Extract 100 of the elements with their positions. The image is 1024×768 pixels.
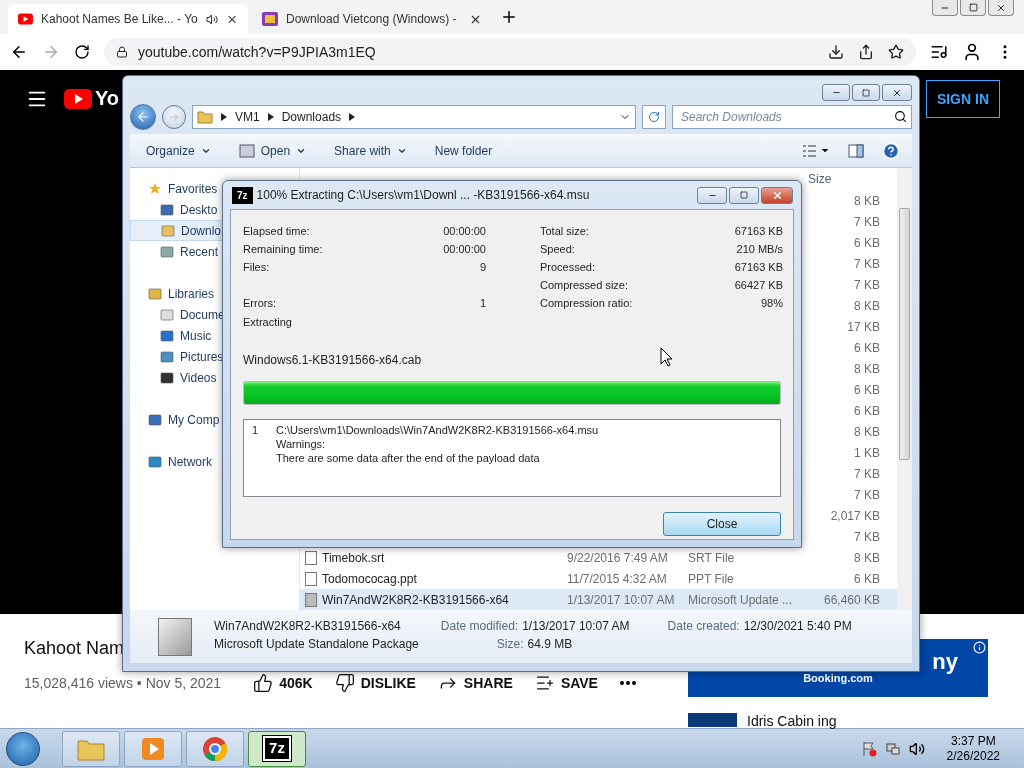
status-text: Extracting [243,316,293,328]
folder-icon [197,110,213,124]
info-icon[interactable] [973,641,986,654]
current-file: Windows6.1-KB3191566-x64.cab [243,353,422,367]
minimize-button[interactable] [932,0,958,16]
close-button[interactable] [988,0,1014,16]
refresh-button[interactable] [642,105,666,129]
preview-pane-icon[interactable] [848,143,864,158]
file-row[interactable]: Todomococag.ppt 11/7/2015 4:32 AM PPT File 6 KB [300,568,897,589]
folder-icon [161,223,175,238]
save-button[interactable]: SAVE [534,673,598,693]
breadcrumb[interactable]: Downloads [281,110,342,124]
start-button[interactable] [6,731,40,766]
message-line: Warnings: [276,438,327,450]
restore-icon [968,3,978,12]
stat-pair: Total size: 67163 KB [540,225,783,237]
ad-brand: Booking.com [803,672,873,684]
forward-button[interactable] [162,105,186,129]
file-size: 6 KB [853,571,880,586]
help-icon[interactable] [882,141,900,160]
stat-pair: Files: 9 [243,261,486,273]
media-control-icon[interactable] [930,43,948,61]
search-field[interactable]: Search Downloads [672,105,912,129]
file-date: 9/22/2016 7:49 AM [567,550,669,565]
file-name: Win7AndW2K8R2-KB3191566-x64 [305,592,567,607]
install-icon[interactable] [828,44,844,60]
file-size: 7 KB [853,466,880,481]
site-logo[interactable]: Yo [64,87,120,110]
video-title[interactable]: Idris Cabin ing [747,713,837,729]
bookmark-star-icon[interactable] [888,44,904,60]
refresh-icon [648,111,660,123]
message-line: There are some data after the end of the payload data [276,452,541,464]
toolbar-button[interactable]: Organize [146,143,211,158]
file-size: 17 KB [846,319,880,334]
browser-tab[interactable]: Download Vietcong (Windows) - [252,4,492,34]
close-button[interactable] [761,186,793,204]
toolbar-button[interactable]: New folder [434,143,493,158]
stat-pair: Remaining time: 00:00:00 [243,243,486,255]
scrollbar[interactable] [897,168,912,610]
clock[interactable]: 3:37 PM 2/26/2022 [946,733,1000,764]
column-header[interactable]: Size [808,172,880,186]
ad-headline: ny [932,652,958,672]
browser-tab[interactable]: Kahoot Names Be Like... - Yo [8,4,248,34]
back-arrow-icon [136,110,150,124]
star-icon [148,181,162,196]
package-icon [305,592,317,607]
maximize-button[interactable] [729,186,759,204]
flag-icon[interactable] [860,740,877,757]
close-icon [996,2,1006,13]
file-date: 1/13/2017 10:07 AM [567,592,676,607]
reload-icon[interactable] [74,44,90,60]
address-field[interactable]: VM1 Downloads [192,105,636,129]
file-type: Microsoft Update Standalone Package [214,636,419,653]
arrow-icon [221,113,227,121]
maximize-icon [740,191,748,199]
stat-pair: Compressed size: 66427 KB [540,279,783,291]
address-bar[interactable]: youtube.com/watch?v=P9JPIA3m1EQ [104,38,916,66]
detail-field: Date created: 12/30/2021 5:40 PM [667,618,852,637]
video-thumbnail [688,713,737,727]
file-size: 6 KB [853,340,880,355]
back-icon[interactable] [10,43,28,61]
share-icon[interactable] [858,44,874,60]
toolbar-button[interactable]: Open [238,142,307,159]
toolbar-button[interactable]: Share with [334,143,407,158]
file-size: 8 KB [853,550,880,565]
more-icon [619,681,636,685]
dislike-button[interactable]: DISLIKE [334,673,416,693]
view-options-icon[interactable] [802,143,830,158]
taskbar-app[interactable]: 7z [248,730,306,767]
share-button[interactable]: SHARE [437,673,513,693]
like-button[interactable]: 406K [253,673,313,693]
file-date: 11/7/2015 4:32 AM [567,571,668,586]
file-type: SRT File [688,550,736,565]
volume-icon[interactable] [908,740,925,757]
sign-in-button[interactable]: SIGN IN [925,79,1000,118]
media-player-icon [141,736,165,761]
restore-button[interactable] [960,0,986,16]
file-row[interactable]: Timebok.srt 9/22/2016 7:49 AM SRT File 8 KB [300,547,897,568]
profile-icon[interactable] [962,42,982,62]
archive-logo: 7z [233,187,252,203]
forward-arrow-icon [168,111,180,123]
back-button[interactable] [130,104,156,130]
file-row[interactable]: Win7AndW2K8R2-KB3191566-x64 1/13/2017 10:07 AM Microsoft Update ... 66,460 KB [300,589,897,610]
browser-icon [202,735,228,762]
close-button[interactable]: Close [663,512,781,536]
dialog-title: 100% Extracting C:\Users\vm1\Downl ... -KB3191566-x64.msu [256,188,590,202]
file-icon [305,571,317,586]
video-title: Kahoot Nam [24,638,125,659]
arrow-icon [349,113,356,121]
file-type: PPT File [688,571,735,586]
taskbar-app[interactable] [186,730,244,767]
minimize-button[interactable] [697,186,727,204]
close-button[interactable] [882,84,912,101]
maximize-button[interactable] [852,84,880,101]
stat-pair: Errors: 1 [243,297,486,309]
search-icon [894,110,907,123]
thumbs-up-icon [253,673,274,693]
minimize-button[interactable] [822,84,850,101]
breadcrumb[interactable]: VM1 [235,110,260,124]
video-site-icon [18,13,33,25]
